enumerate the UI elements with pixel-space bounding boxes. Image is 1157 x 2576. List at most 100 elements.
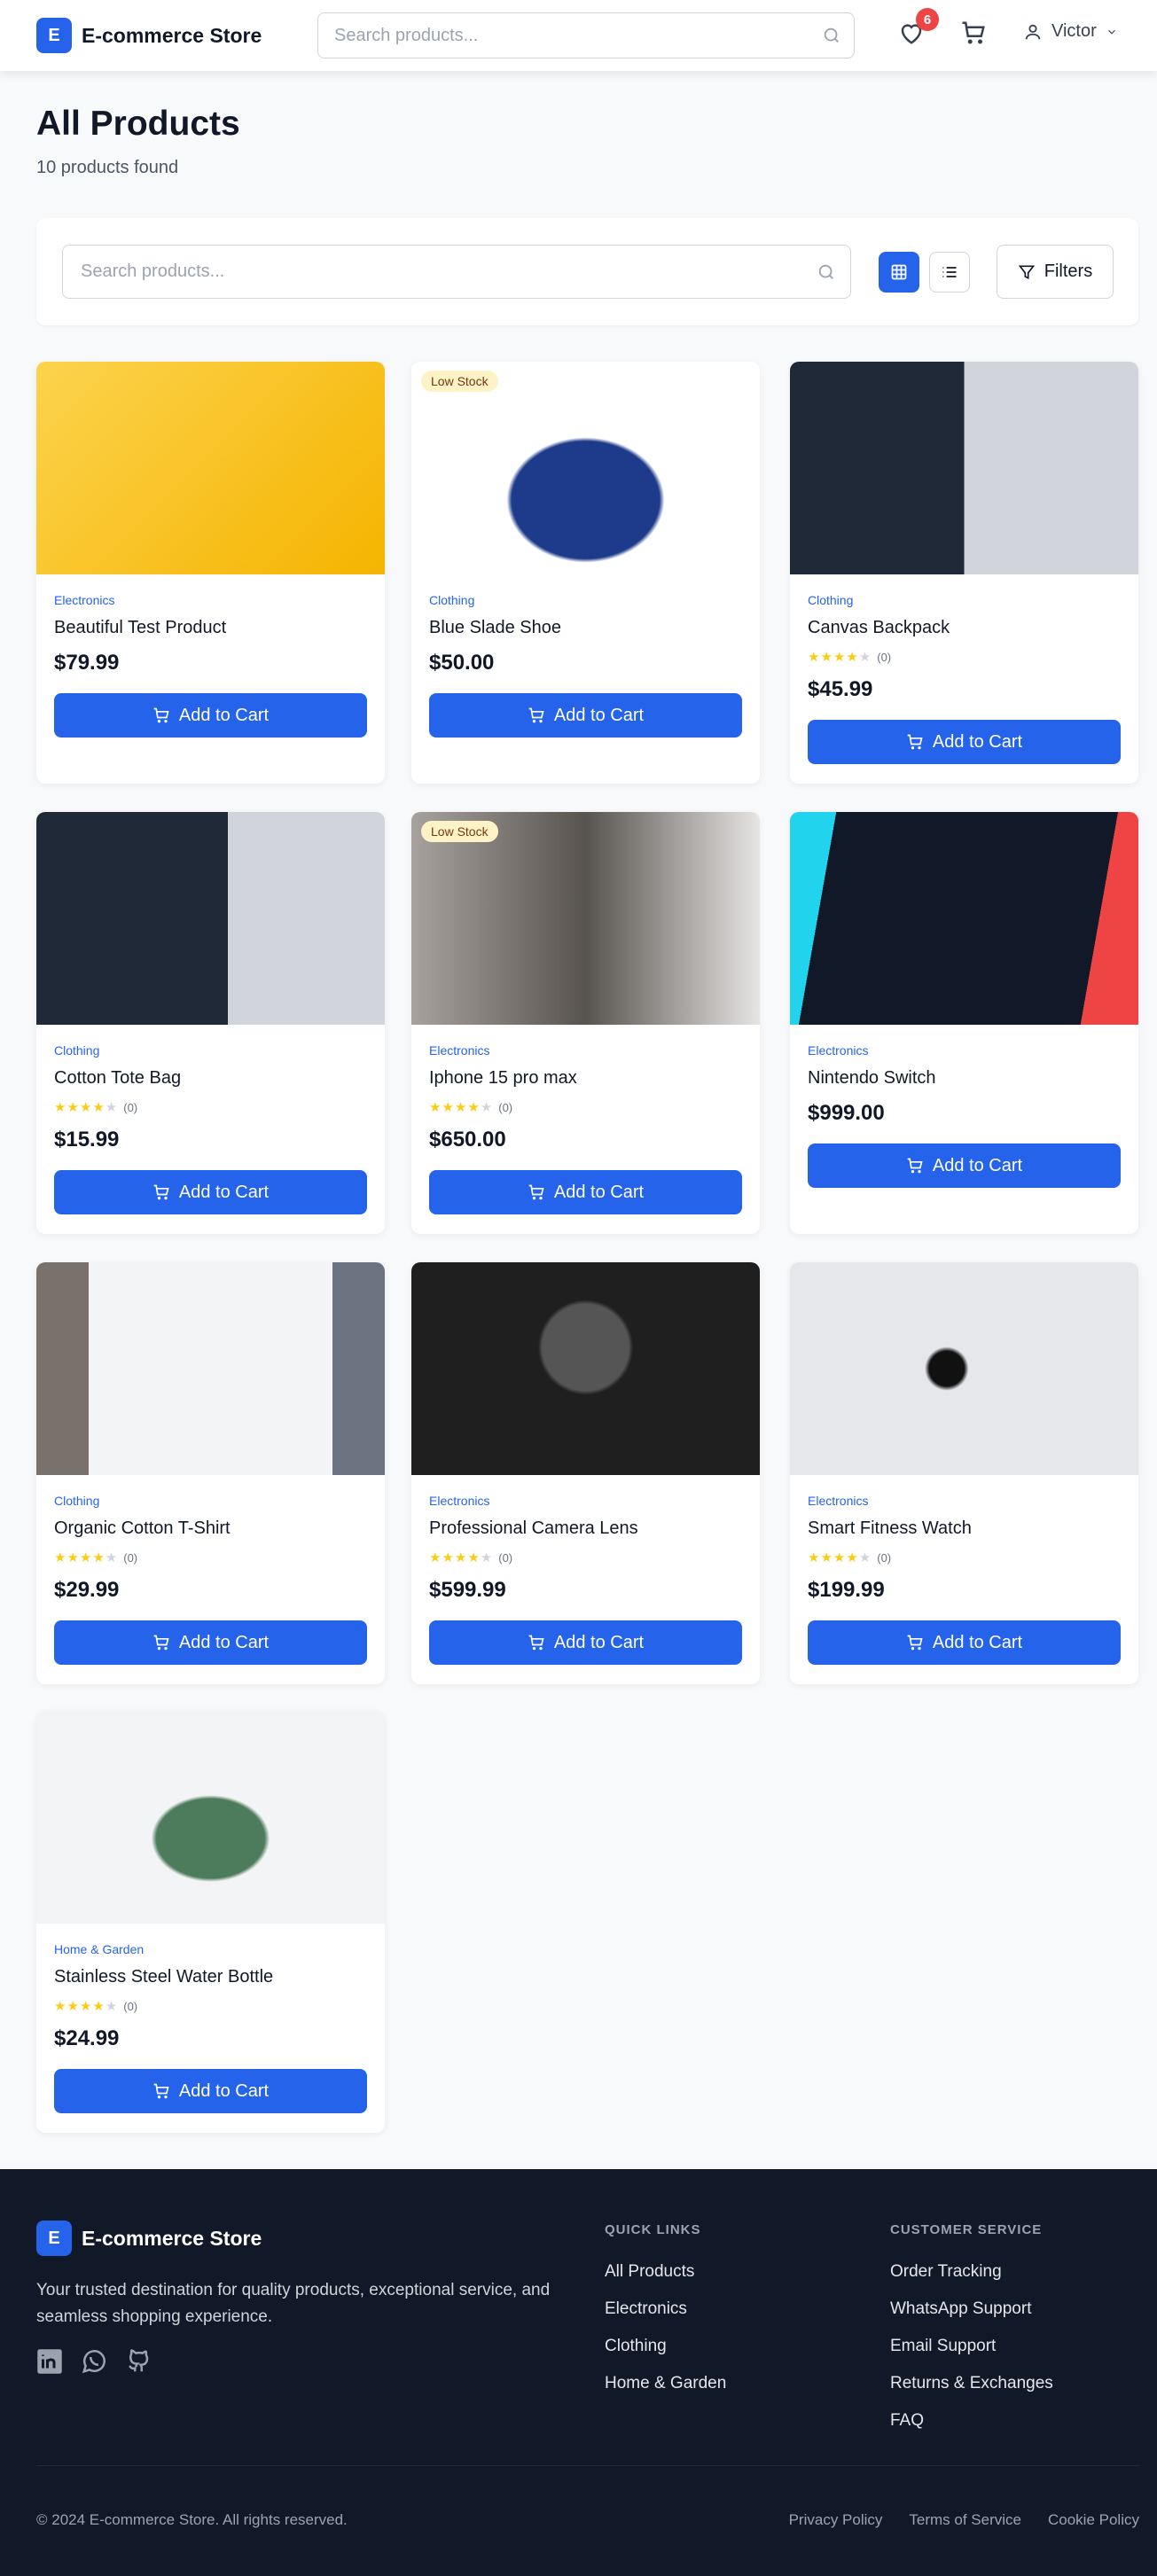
product-image[interactable] [36, 812, 385, 1025]
list-view-button[interactable] [929, 252, 970, 293]
cookie-policy-link[interactable]: Cookie Policy [1048, 2511, 1139, 2529]
linkedin-icon[interactable] [36, 2348, 63, 2375]
footer-link-faq[interactable]: FAQ [890, 2411, 1053, 2431]
add-to-cart-button[interactable]: Add to Cart [54, 2069, 367, 2113]
product-card[interactable]: Low Stock Clothing Blue Slade Shoe $50.0… [411, 362, 760, 784]
cart-icon [528, 707, 544, 723]
product-price: $15.99 [54, 1128, 120, 1151]
review-count: (0) [123, 1550, 138, 1565]
product-card[interactable]: Electronics Professional Camera Lens ★★★… [411, 1262, 760, 1684]
product-rating: ★★★★★ (0) [429, 1550, 742, 1565]
add-to-cart-button[interactable]: Add to Cart [429, 1620, 742, 1665]
customer-service-title: CUSTOMER SERVICE [890, 2222, 1043, 2237]
cart-icon[interactable] [960, 20, 987, 46]
low-stock-badge: Low Stock [421, 371, 498, 392]
product-price: $50.00 [429, 651, 495, 675]
product-name[interactable]: Canvas Backpack [808, 618, 1121, 638]
product-category: Electronics [429, 1043, 490, 1058]
legal-links: Privacy Policy Terms of Service Cookie P… [789, 2511, 1139, 2529]
social-links [36, 2348, 152, 2375]
add-to-cart-label: Add to Cart [553, 1182, 645, 1202]
product-image[interactable]: Low Stock [411, 362, 760, 574]
product-name[interactable]: Iphone 15 pro max [429, 1068, 742, 1089]
product-price: $45.99 [808, 677, 873, 701]
footer-link-returns[interactable]: Returns & Exchanges [890, 2374, 1053, 2393]
product-name[interactable]: Smart Fitness Watch [808, 1518, 1121, 1539]
product-image[interactable] [36, 1711, 385, 1924]
product-image[interactable] [790, 1262, 1138, 1475]
add-to-cart-label: Add to Cart [932, 1155, 1023, 1175]
star-rating-icon: ★★★★★ [54, 1550, 119, 1565]
product-rating: ★★★★★ (0) [808, 1550, 1121, 1565]
cart-icon [153, 1635, 169, 1651]
product-card[interactable]: Home & Garden Stainless Steel Water Bott… [36, 1711, 385, 2133]
add-to-cart-button[interactable]: Add to Cart [808, 1144, 1121, 1188]
product-category: Electronics [808, 1043, 869, 1058]
add-to-cart-button[interactable]: Add to Cart [54, 1620, 367, 1665]
whatsapp-icon[interactable] [81, 2348, 107, 2375]
review-count: (0) [877, 650, 892, 664]
terms-link[interactable]: Terms of Service [909, 2511, 1021, 2529]
product-name[interactable]: Stainless Steel Water Bottle [54, 1967, 367, 1987]
chevron-down-icon [1107, 29, 1115, 35]
product-card[interactable]: Clothing Organic Cotton T-Shirt ★★★★★ (0)… [36, 1262, 385, 1684]
footer-link-clothing[interactable]: Clothing [605, 2337, 726, 2356]
product-category: Clothing [808, 593, 854, 607]
star-rating-icon: ★★★★★ [429, 1550, 494, 1565]
footer-link-electronics[interactable]: Electronics [605, 2299, 726, 2319]
product-card[interactable]: Electronics Nintendo Switch $999.00 Add … [790, 812, 1138, 1234]
footer-link-home-garden[interactable]: Home & Garden [605, 2374, 726, 2393]
add-to-cart-button[interactable]: Add to Cart [54, 1170, 367, 1214]
product-name[interactable]: Cotton Tote Bag [54, 1068, 367, 1089]
user-menu[interactable]: Victor [1023, 21, 1118, 42]
grid-view-button[interactable] [879, 252, 919, 293]
product-price: $599.99 [429, 1578, 506, 1602]
product-card[interactable]: Low Stock Electronics Iphone 15 pro max … [411, 812, 760, 1234]
product-image[interactable] [36, 362, 385, 574]
product-name[interactable]: Organic Cotton T-Shirt [54, 1518, 367, 1539]
cart-icon [153, 1184, 169, 1200]
customer-service: CUSTOMER SERVICE Order Tracking WhatsApp… [890, 2222, 1053, 2448]
footer-link-whatsapp[interactable]: WhatsApp Support [890, 2299, 1053, 2319]
product-card[interactable]: Clothing Canvas Backpack ★★★★★ (0) $45.99… [790, 362, 1138, 784]
footer-link-order-tracking[interactable]: Order Tracking [890, 2262, 1053, 2282]
footer-link-all-products[interactable]: All Products [605, 2262, 726, 2282]
review-count: (0) [877, 1550, 892, 1565]
add-to-cart-button[interactable]: Add to Cart [429, 693, 742, 738]
product-image[interactable] [411, 1262, 760, 1475]
product-search-input[interactable]: Search products... [62, 245, 851, 299]
product-name[interactable]: Nintendo Switch [808, 1068, 1121, 1089]
product-card[interactable]: Electronics Smart Fitness Watch ★★★★★ (0)… [790, 1262, 1138, 1684]
add-to-cart-button[interactable]: Add to Cart [429, 1170, 742, 1214]
add-to-cart-button[interactable]: Add to Cart [808, 1620, 1121, 1665]
product-image[interactable] [36, 1262, 385, 1475]
add-to-cart-label: Add to Cart [178, 1182, 270, 1202]
product-name[interactable]: Beautiful Test Product [54, 618, 367, 638]
privacy-policy-link[interactable]: Privacy Policy [789, 2511, 883, 2529]
product-name[interactable]: Blue Slade Shoe [429, 618, 742, 638]
github-icon[interactable] [125, 2348, 152, 2375]
product-card[interactable]: Electronics Beautiful Test Product $79.9… [36, 362, 385, 784]
cart-icon [907, 1158, 923, 1174]
footer-link-email[interactable]: Email Support [890, 2337, 1053, 2356]
product-name[interactable]: Professional Camera Lens [429, 1518, 742, 1539]
product-category: Clothing [429, 593, 475, 607]
footer-brand: E E-commerce Store [36, 2221, 262, 2256]
user-name: Victor [1051, 21, 1097, 41]
logo-mark: E [36, 2221, 72, 2256]
filters-button[interactable]: Filters [997, 245, 1114, 299]
brand-logo[interactable]: E E-commerce Store [36, 18, 262, 53]
filters-label: Filters [1044, 262, 1093, 281]
header-search-input[interactable]: Search products... [317, 12, 855, 59]
add-to-cart-button[interactable]: Add to Cart [54, 693, 367, 738]
product-image[interactable] [790, 362, 1138, 574]
add-to-cart-button[interactable]: Add to Cart [808, 720, 1121, 764]
product-card[interactable]: Clothing Cotton Tote Bag ★★★★★ (0) $15.99… [36, 812, 385, 1234]
cart-icon [907, 1635, 923, 1651]
product-image[interactable] [790, 812, 1138, 1025]
search-icon [818, 264, 833, 279]
star-rating-icon: ★★★★★ [808, 650, 872, 665]
product-image[interactable]: Low Stock [411, 812, 760, 1025]
add-to-cart-label: Add to Cart [178, 705, 270, 725]
product-category: Clothing [54, 1043, 100, 1058]
